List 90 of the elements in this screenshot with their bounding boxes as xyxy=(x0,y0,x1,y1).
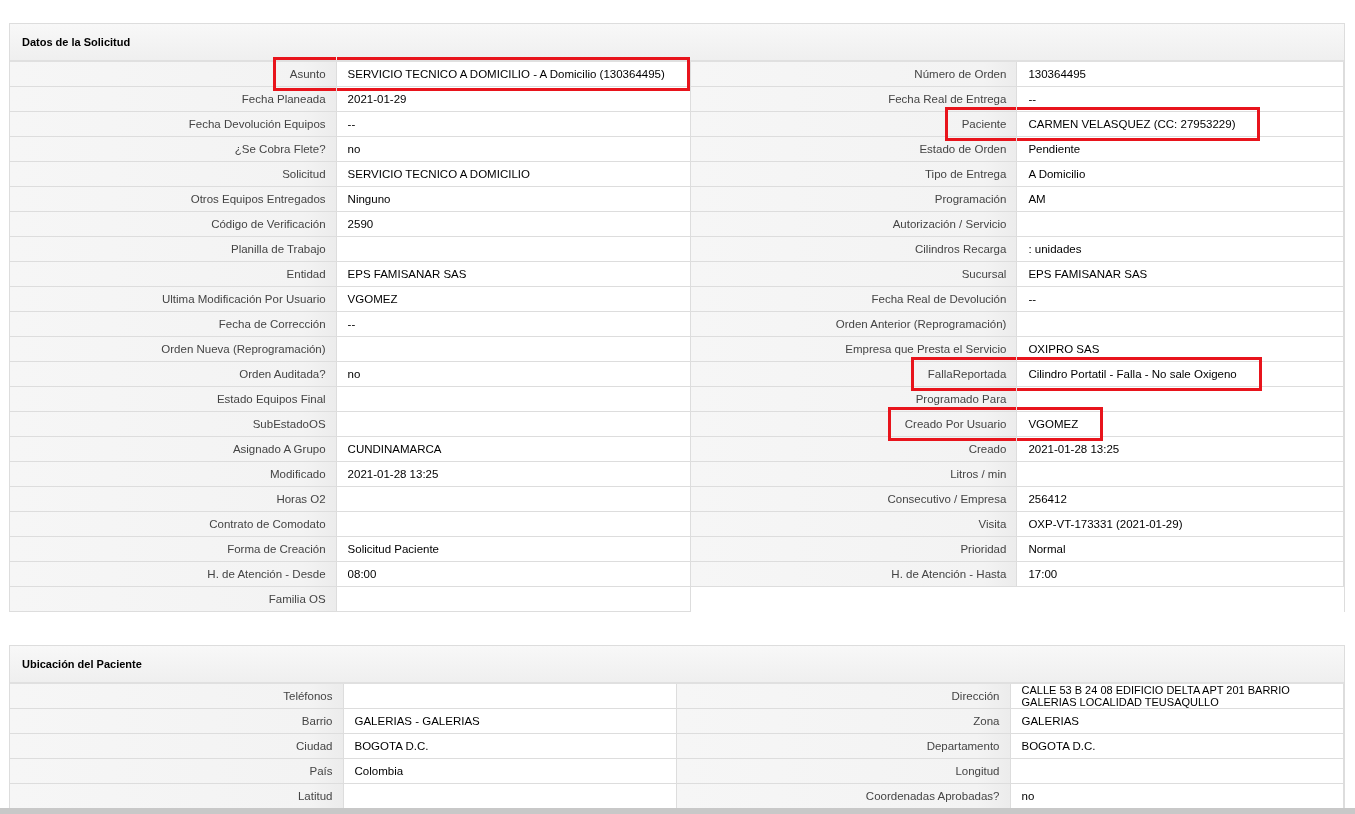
field-label: Programación xyxy=(934,193,1007,205)
field-label: Programado Para xyxy=(915,393,1007,405)
field-label: Tipo de Entrega xyxy=(925,168,1007,180)
field-label: Fecha Devolución Equipos xyxy=(188,118,326,130)
field-label: Fecha Planeada xyxy=(241,93,326,105)
field-label: H. de Atención - Desde xyxy=(207,568,326,580)
field-value: BOGOTA D.C. xyxy=(354,740,429,752)
field-label: Forma de Creación xyxy=(227,543,326,555)
field-label: Creado xyxy=(968,443,1007,455)
field-value: Cilindro Portatil - Falla - No sale Oxigeno xyxy=(1017,357,1262,391)
field-value: 256412 xyxy=(1028,493,1067,505)
field-label: Consecutivo / Empresa xyxy=(887,493,1007,505)
field-label: Orden Anterior (Reprogramación) xyxy=(835,318,1007,330)
field-label: Solicitud xyxy=(282,168,326,180)
field-value: Colombia xyxy=(354,765,404,777)
field-label: Empresa que Presta el Servicio xyxy=(845,343,1007,355)
field-label: Teléfonos xyxy=(283,690,333,702)
field-label: Planilla de Trabajo xyxy=(230,243,326,255)
field-label: Entidad xyxy=(286,268,326,280)
field-label: Sucursal xyxy=(961,268,1007,280)
field-value: -- xyxy=(347,318,356,330)
field-label: Departamento xyxy=(926,740,1000,752)
field-value: BOGOTA D.C. xyxy=(1021,740,1096,752)
field-value: -- xyxy=(347,118,356,130)
field-label: Autorización / Servicio xyxy=(892,218,1007,230)
field-label: Estado de Orden xyxy=(919,143,1007,155)
field-value: CALLE 53 B 24 08 EDIFICIO DELTA APT 201 BARRIO GALERIAS LOCALIDAD TEUSAQULLO xyxy=(1021,684,1291,708)
field-label: Fecha Real de Devolución xyxy=(871,293,1007,305)
field-label: Fecha Real de Entrega xyxy=(888,93,1007,105)
field-label: Otros Equipos Entregados xyxy=(190,193,326,205)
field-value: GALERIAS xyxy=(1021,715,1080,727)
field-value: -- xyxy=(1028,93,1037,105)
field-label: SubEstadoOS xyxy=(252,418,326,430)
field-label: Número de Orden xyxy=(914,68,1007,80)
field-label: Prioridad xyxy=(960,543,1007,555)
field-value: A Domicilio xyxy=(1028,168,1086,180)
field-label: Longitud xyxy=(955,765,1000,777)
field-label: Ciudad xyxy=(296,740,333,752)
field-label: Estado Equipos Final xyxy=(216,393,326,405)
field-value: 2021-01-28 13:25 xyxy=(1028,443,1120,455)
field-label: Orden Auditada? xyxy=(239,368,326,380)
field-value: EPS FAMISANAR SAS xyxy=(1028,268,1148,280)
field-value: SERVICIO TECNICO A DOMICILIO xyxy=(347,168,530,180)
field-value: -- xyxy=(1028,293,1037,305)
field-value: Pendiente xyxy=(1028,143,1081,155)
field-label: Familia OS xyxy=(268,593,326,605)
field-value: Solicitud Paciente xyxy=(347,543,439,555)
field-value: no xyxy=(347,143,361,155)
field-value: CUNDINAMARCA xyxy=(347,443,442,455)
field-value: no xyxy=(347,368,361,380)
field-label: Orden Nueva (Reprogramación) xyxy=(161,343,326,355)
field-label: Cilindros Recarga xyxy=(915,243,1007,255)
field-label: Latitud xyxy=(297,790,333,802)
field-label: Zona xyxy=(973,715,1000,727)
field-label: H. de Atención - Hasta xyxy=(891,568,1007,580)
field-label: Fecha de Corrección xyxy=(218,318,326,330)
field-label: País xyxy=(309,765,333,777)
field-value: GALERIAS - GALERIAS xyxy=(354,715,480,727)
field-label: ¿Se Cobra Flete? xyxy=(234,143,326,155)
scrollbar[interactable] xyxy=(0,808,1355,814)
field-label: Dirección xyxy=(951,690,1000,702)
field-value: OXP-VT-173331 (2021-01-29) xyxy=(1028,518,1183,530)
field-value: 2021-01-29 xyxy=(347,93,407,105)
field-label: Visita xyxy=(978,518,1007,530)
section-title: Ubicación del Paciente xyxy=(22,658,142,670)
field-value: no xyxy=(1021,790,1035,802)
field-value: 2021-01-28 13:25 xyxy=(347,468,439,480)
field-label: Ultima Modificación Por Usuario xyxy=(161,293,326,305)
field-label: Código de Verificación xyxy=(211,218,326,230)
field-value: OXIPRO SAS xyxy=(1028,343,1100,355)
field-value: CARMEN VELASQUEZ (CC: 27953229) xyxy=(1017,107,1261,141)
field-value: 08:00 xyxy=(347,568,377,580)
field-label: Litros / min xyxy=(950,468,1007,480)
field-label: Coordenadas Aprobadas? xyxy=(865,790,1000,802)
field-label: Contrato de Comodato xyxy=(209,518,326,530)
field-value: Ninguno xyxy=(347,193,391,205)
field-label: Horas O2 xyxy=(276,493,326,505)
field-value: EPS FAMISANAR SAS xyxy=(347,268,467,280)
field-value: AM xyxy=(1028,193,1046,205)
field-value: 2590 xyxy=(347,218,374,230)
field-value: VGOMEZ xyxy=(347,293,398,305)
field-value: 17:00 xyxy=(1028,568,1058,580)
section-title: Datos de la Solicitud xyxy=(22,36,131,48)
field-value: 130364495 xyxy=(1028,68,1086,80)
field-label: Asignado A Grupo xyxy=(232,443,326,455)
field-value: Normal xyxy=(1028,543,1066,555)
field-value: : unidades xyxy=(1028,243,1082,255)
field-value: SERVICIO TECNICO A DOMICILIO - A Domicilio (130364495) xyxy=(336,57,690,91)
field-label: Barrio xyxy=(301,715,333,727)
field-label: Modificado xyxy=(269,468,326,480)
